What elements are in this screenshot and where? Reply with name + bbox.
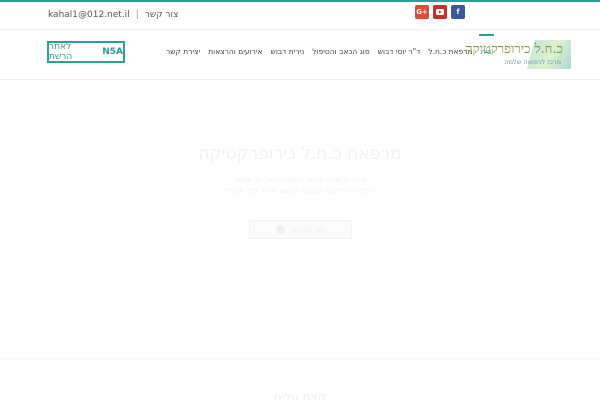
site-header: לאתר הרשת N5A יצירת קשר אירועים והרצאות … [0,30,600,80]
separator: | [135,10,139,20]
main-nav: יצירת קשר אירועים והרצאות נירית דבוש סוג… [166,34,494,56]
hero-video-button[interactable]: צפו בסרטון [249,220,352,239]
googleplus-label: G+ [416,8,428,16]
logo-subtitle: מרכז לרפואה שלמה [504,58,561,66]
facebook-label: f [456,8,460,16]
site-logo[interactable]: כ.ח.ל כירופרקטיקה מרכז לרפואה שלמה [455,40,571,69]
nav-nirit[interactable]: נירית דבוש [271,47,305,56]
youtube-icon[interactable] [433,5,447,19]
contact-link[interactable]: צור קשר [145,10,179,20]
logo-title: כ.ח.ל כירופרקטיקה [465,42,563,57]
hero-title: מרפאת כ.ח.ל כירופרקטיקה [198,144,402,164]
hero-bottom-shadow [0,358,600,360]
hero-text-line-1: מרכז לרפואה שלמה לטיפול בכאבי גב וצוואר [233,176,367,184]
play-icon [276,225,286,234]
email-link[interactable]: kahal1@012.net.il [48,10,130,20]
top-bar: kahal1@012.net.il | צור קשר G+ f [0,2,600,30]
nav-contact[interactable]: יצירת קשר [166,47,200,56]
social-links: G+ f [415,5,465,19]
nav-dr-yossi[interactable]: ד"ר יוסי דבוש [378,47,421,56]
network-brand: N5A [102,47,123,57]
contact-info: kahal1@012.net.il | צור קשר [48,10,178,20]
facebook-icon[interactable]: f [451,5,465,19]
nav-pain-types[interactable]: סוג הכאב והטיפול [312,47,369,56]
network-site-button[interactable]: לאתר הרשת N5A [47,41,125,63]
nav-events[interactable]: אירועים והרצאות [208,47,262,56]
network-site-label: לאתר הרשת [49,42,73,62]
hero-text-line-2: טיפול כירופרקטי מקצועי מותאם אישית לכל מ… [224,187,376,195]
googleplus-icon[interactable]: G+ [415,5,429,19]
hero-section: מרפאת כ.ח.ל כירופרקטיקה מרכז לרפואה שלמה… [0,80,600,360]
youtube-play-glyph [436,9,444,15]
section-title: קצת עלינו [273,390,327,400]
hero-button-label: צפו בסרטון [291,225,325,234]
